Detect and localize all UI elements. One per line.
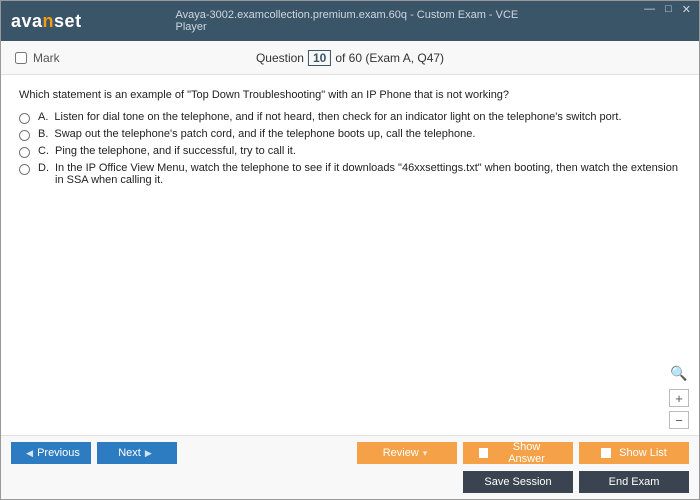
mark-checkbox-input[interactable] [15, 52, 27, 64]
magnify-icon[interactable]: 🔍 [670, 365, 688, 383]
mark-checkbox[interactable]: Mark [15, 51, 60, 65]
app-logo: avanset [11, 11, 82, 32]
logo-text-post: set [54, 11, 82, 31]
chevron-down-icon: ▾ [423, 448, 428, 459]
previous-button[interactable]: ◀ Previous [11, 442, 91, 464]
logo-text-accent: n [43, 11, 55, 31]
question-total: of 60 (Exam A, Q47) [335, 51, 444, 65]
previous-label: Previous [37, 447, 80, 459]
zoom-in-button[interactable]: + [669, 389, 689, 407]
action-group-1: Review ▾ Show Answer Show List [357, 442, 689, 464]
next-button[interactable]: Next ▶ [97, 442, 177, 464]
option-c-radio[interactable] [19, 147, 30, 158]
title-bar: avanset Avaya-3002.examcollection.premiu… [1, 1, 699, 41]
save-session-button[interactable]: Save Session [463, 471, 573, 493]
option-b-radio[interactable] [19, 130, 30, 141]
option-c-letter: C. [38, 145, 49, 157]
footer-row-1: ◀ Previous Next ▶ Review ▾ Show Answer Show… [11, 442, 689, 464]
option-b-text: Swap out the telephone's patch cord, and… [54, 128, 475, 140]
show-list-button[interactable]: Show List [579, 442, 689, 464]
question-prompt: Which statement is an example of "Top Do… [19, 89, 681, 101]
review-button[interactable]: Review ▾ [357, 442, 457, 464]
show-answer-label: Show Answer [496, 441, 557, 465]
review-label: Review [383, 447, 419, 459]
footer: ◀ Previous Next ▶ Review ▾ Show Answer Show… [1, 435, 699, 499]
nav-group: ◀ Previous Next ▶ [11, 442, 177, 464]
option-a-radio[interactable] [19, 113, 30, 124]
question-number: 10 [308, 50, 331, 66]
chevron-right-icon: ▶ [145, 448, 152, 459]
checkbox-icon [479, 448, 488, 458]
minimize-icon[interactable]: — [642, 3, 657, 16]
option-b[interactable]: B. Swap out the telephone's patch cord, a… [19, 128, 681, 141]
option-d[interactable]: D.In the IP Office View Menu, watch the … [19, 162, 681, 186]
logo-text-pre: ava [11, 11, 43, 31]
zoom-out-button[interactable]: − [669, 411, 689, 429]
mark-label: Mark [33, 51, 60, 65]
zoom-controls: 🔍 + − [669, 365, 689, 429]
checkbox-icon [601, 448, 611, 458]
maximize-icon[interactable]: □ [663, 3, 674, 16]
window-title: Avaya-3002.examcollection.premium.exam.6… [176, 9, 525, 33]
option-c-text: Ping the telephone, and if successful, t… [55, 145, 296, 157]
end-exam-button[interactable]: End Exam [579, 471, 689, 493]
window-controls: — □ ✕ [642, 3, 693, 16]
chevron-left-icon: ◀ [26, 448, 33, 459]
option-c[interactable]: C. Ping the telephone, and if successful,… [19, 145, 681, 158]
option-a[interactable]: A. Listen for dial tone on the telephone,… [19, 111, 681, 124]
option-a-letter: A. [38, 111, 48, 123]
close-icon[interactable]: ✕ [680, 3, 693, 16]
option-d-text: In the IP Office View Menu, watch the te… [55, 162, 681, 186]
answer-options: A. Listen for dial tone on the telephone,… [19, 111, 681, 186]
show-list-label: Show List [619, 447, 667, 459]
question-counter: Question 10 of 60 (Exam A, Q47) [256, 50, 444, 66]
option-b-letter: B. [38, 128, 48, 140]
option-d-letter: D. [38, 162, 49, 186]
option-d-radio[interactable] [19, 164, 30, 175]
option-a-text: Listen for dial tone on the telephone, a… [54, 111, 621, 123]
show-answer-button[interactable]: Show Answer [463, 442, 573, 464]
question-bar: Mark Question 10 of 60 (Exam A, Q47) [1, 41, 699, 75]
next-label: Next [118, 447, 141, 459]
footer-row-2: Save Session End Exam [11, 471, 689, 493]
action-group-2: Save Session End Exam [463, 471, 689, 493]
question-content: Which statement is an example of "Top Do… [1, 75, 699, 435]
question-label: Question [256, 51, 304, 65]
